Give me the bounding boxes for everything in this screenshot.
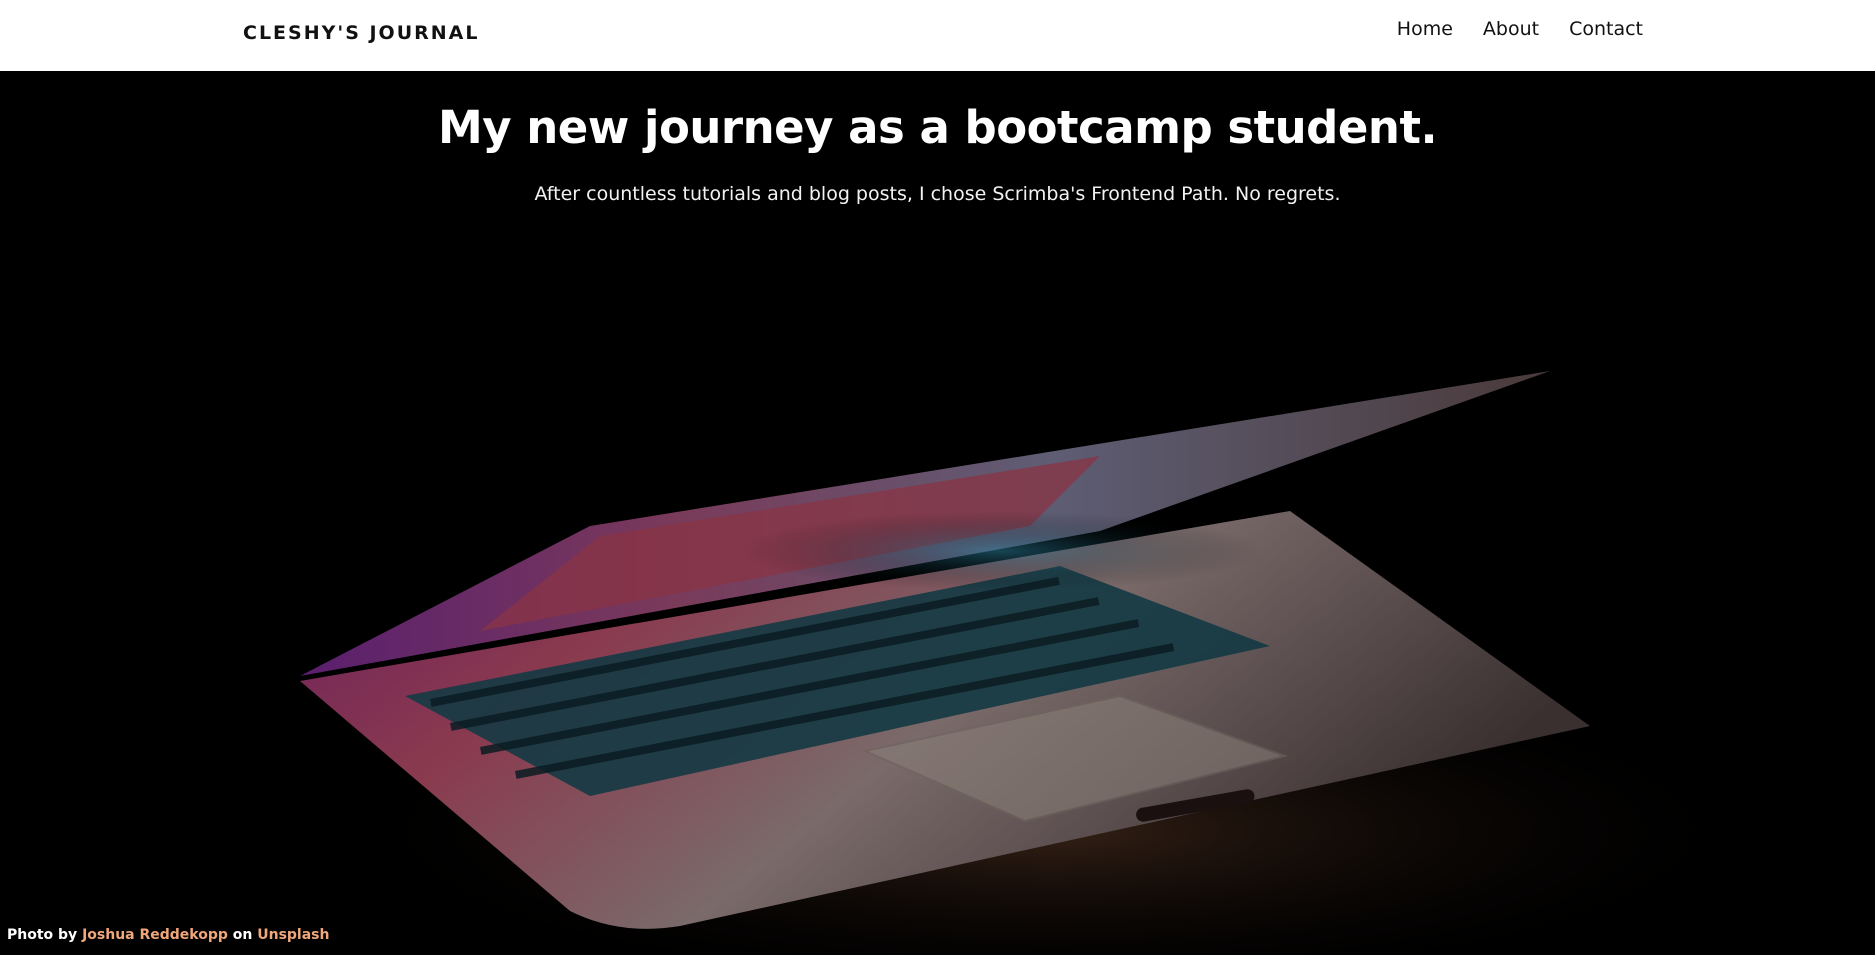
credit-prefix: Photo by bbox=[7, 927, 78, 943]
photo-credit: Photo by Joshua Reddekopp on Unsplash bbox=[7, 927, 329, 943]
site-header: CLESHY'S JOURNAL Home About Contact bbox=[0, 0, 1875, 71]
nav-contact-link[interactable]: Contact bbox=[1569, 18, 1643, 40]
credit-middle: on bbox=[232, 927, 253, 943]
credit-author-link[interactable]: Joshua Reddekopp bbox=[82, 927, 228, 943]
hero-title: My new journey as a bootcamp student. bbox=[437, 101, 1438, 154]
hero-subtitle: After countless tutorials and blog posts… bbox=[534, 183, 1341, 205]
hero-section: My new journey as a bootcamp student. Af… bbox=[0, 71, 1875, 955]
nav-about-link[interactable]: About bbox=[1483, 18, 1539, 40]
site-logo[interactable]: CLESHY'S JOURNAL bbox=[243, 22, 479, 44]
credit-source-link[interactable]: Unsplash bbox=[257, 927, 329, 943]
main-nav: Home About Contact bbox=[1397, 18, 1643, 40]
nav-home-link[interactable]: Home bbox=[1397, 18, 1453, 40]
